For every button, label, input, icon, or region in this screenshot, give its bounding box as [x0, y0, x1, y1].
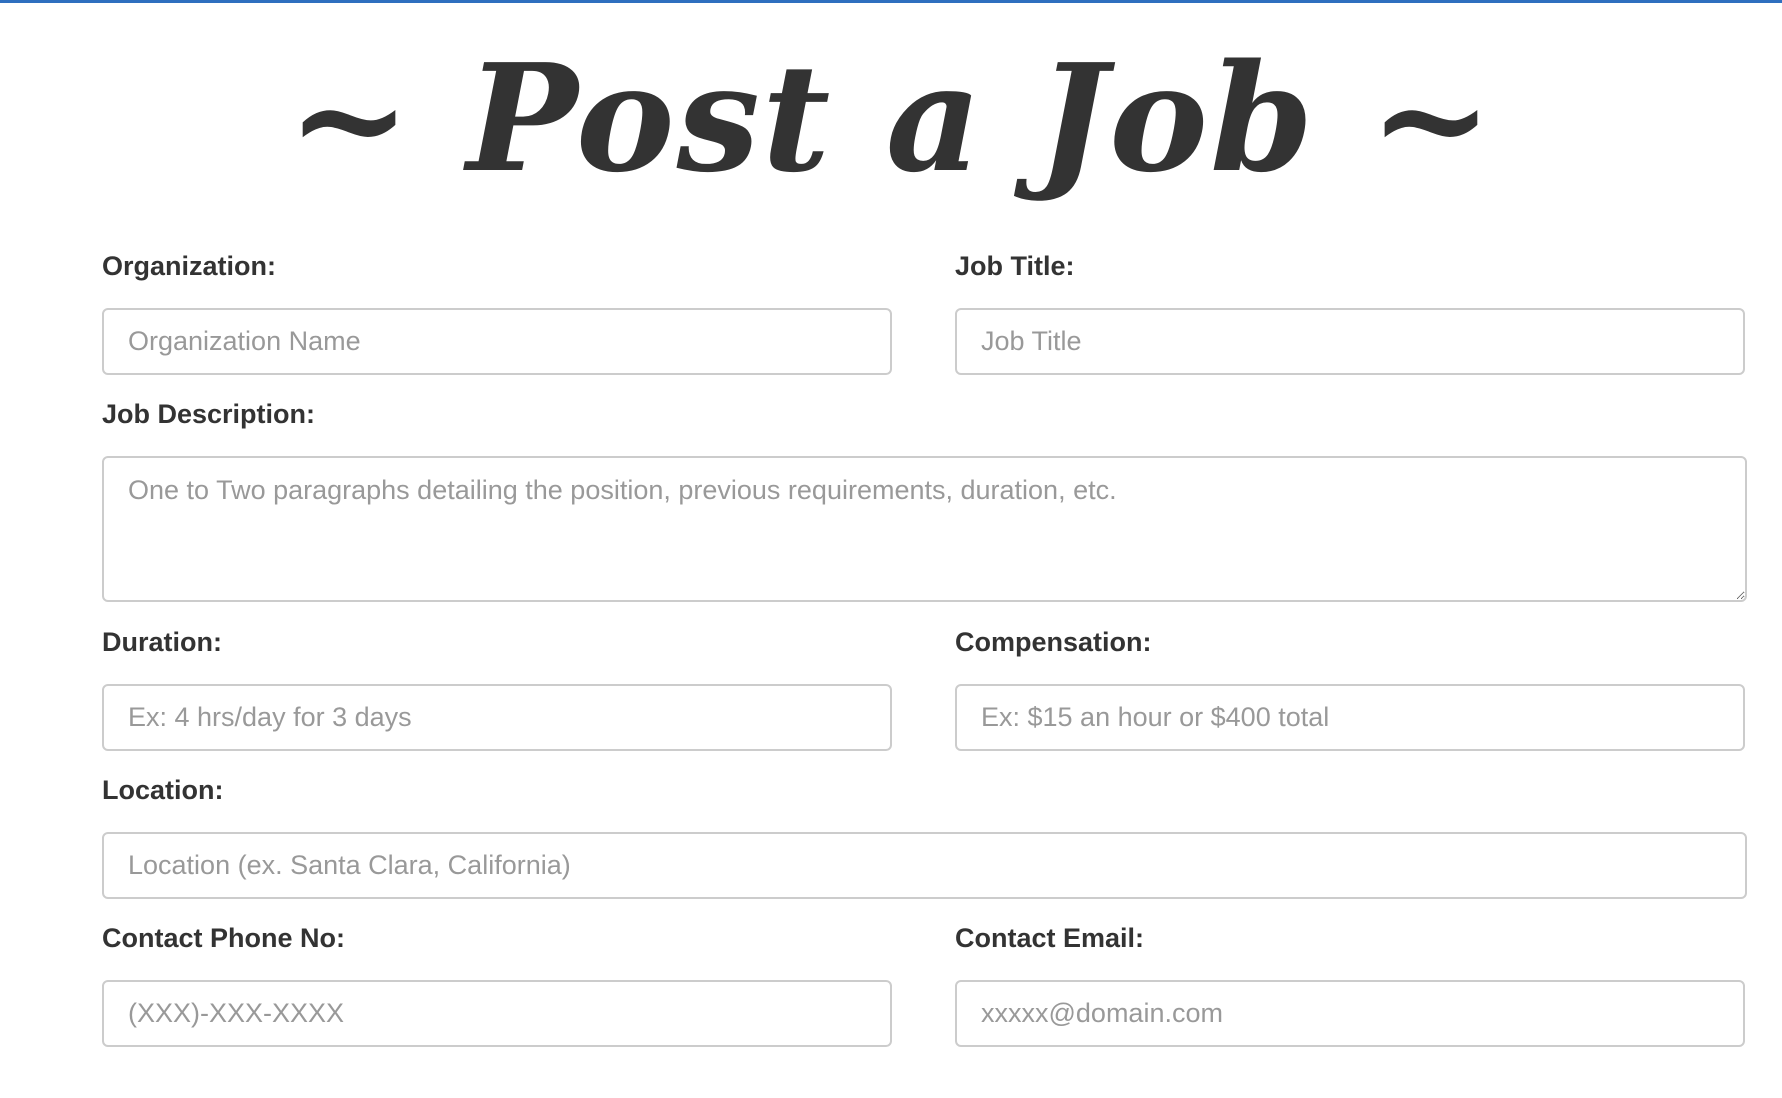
contact-phone-label: Contact Phone No:: [102, 923, 345, 953]
duration-label: Duration:: [102, 627, 222, 657]
compensation-label: Compensation:: [955, 627, 1152, 657]
job-description-field-group: Job Description:: [102, 398, 1747, 602]
location-label: Location:: [102, 775, 224, 805]
compensation-field-group: Compensation:: [955, 626, 1745, 751]
contact-email-input[interactable]: [955, 980, 1745, 1047]
page-title: ~ Post a Job ~: [287, 31, 1495, 205]
job-description-textarea[interactable]: [102, 456, 1747, 602]
organization-field-group: Organization:: [102, 250, 892, 375]
duration-input[interactable]: [102, 684, 892, 751]
contact-email-label: Contact Email:: [955, 923, 1145, 953]
contact-phone-input[interactable]: [102, 980, 892, 1047]
location-field-group: Location:: [102, 774, 1747, 899]
job-title-field-group: Job Title:: [955, 250, 1745, 375]
post-job-page: ~ Post a Job ~ Organization: Job Title: …: [0, 0, 1782, 1098]
contact-email-field-group: Contact Email:: [955, 922, 1745, 1047]
organization-input[interactable]: [102, 308, 892, 375]
duration-field-group: Duration:: [102, 626, 892, 751]
job-title-label: Job Title:: [955, 251, 1075, 281]
compensation-input[interactable]: [955, 684, 1745, 751]
location-input[interactable]: [102, 832, 1747, 899]
organization-label: Organization:: [102, 251, 276, 281]
job-title-input[interactable]: [955, 308, 1745, 375]
job-description-label: Job Description:: [102, 399, 316, 429]
contact-phone-field-group: Contact Phone No:: [102, 922, 892, 1047]
top-border-rule: [0, 0, 1782, 3]
